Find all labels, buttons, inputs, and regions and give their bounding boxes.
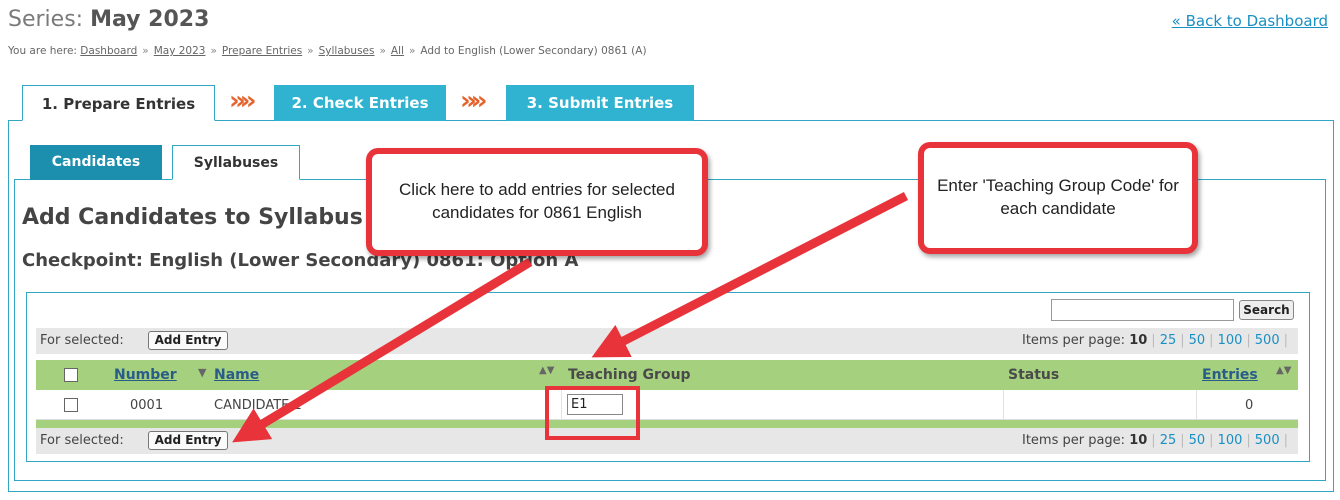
double-chevron-icon: »» <box>229 86 256 116</box>
breadcrumb: You are here: Dashboard » May 2023 » Prepare… <box>8 45 647 57</box>
table-footer-strip <box>36 420 1298 428</box>
bulk-actions-bar-bottom: For selected: Add Entry Items per page: … <box>36 428 1298 454</box>
breadcrumb-separator: » <box>379 45 386 57</box>
breadcrumb-prepare-entries[interactable]: Prepare Entries <box>222 45 302 57</box>
items-per-page-label: Items per page: <box>1021 333 1126 348</box>
breadcrumb-separator: » <box>408 45 416 57</box>
sort-desc-icon[interactable]: ▼ <box>198 366 206 379</box>
breadcrumb-series[interactable]: May 2023 <box>154 45 206 57</box>
breadcrumb-dashboard[interactable]: Dashboard <box>80 45 137 57</box>
add-entry-button-bottom[interactable]: Add Entry <box>148 431 228 450</box>
tab-syllabuses[interactable]: Syllabuses <box>172 145 300 180</box>
items-per-page: Items per page: 10 | 25 | 50 | 100 | 500 | <box>1021 333 1288 348</box>
series-title: Series: May 2023 <box>8 7 209 32</box>
items-per-page-100[interactable]: 100 <box>1218 333 1243 348</box>
breadcrumb-current: Add to English (Lower Secondary) 0861 (A… <box>420 45 647 57</box>
page-title: Add Candidates to Syllabus <box>22 205 363 230</box>
add-entry-button-top[interactable]: Add Entry <box>148 331 228 350</box>
sort-icon[interactable]: ▲▼ <box>1276 365 1291 376</box>
for-selected-label: For selected: <box>40 433 124 448</box>
breadcrumb-all[interactable]: All <box>391 45 404 57</box>
breadcrumb-separator: » <box>307 45 314 57</box>
double-chevron-icon: »» <box>460 86 487 116</box>
items-per-page-50[interactable]: 50 <box>1189 433 1206 448</box>
callout-add-entry-text: Click here to add entries for selected c… <box>372 154 702 250</box>
series-prefix: Series: <box>8 7 84 32</box>
items-per-page-25[interactable]: 25 <box>1160 333 1177 348</box>
items-per-page-25[interactable]: 25 <box>1160 433 1177 448</box>
column-teaching-group: Teaching Group <box>568 367 691 383</box>
breadcrumb-separator: » <box>210 45 217 57</box>
callout-teaching-group-text: Enter 'Teaching Group Code' for each can… <box>924 148 1192 248</box>
bulk-actions-bar-top: For selected: Add Entry Items per page: … <box>36 328 1298 354</box>
for-selected-label: For selected: <box>40 333 124 348</box>
items-per-page-current: 10 <box>1129 433 1148 448</box>
back-to-dashboard-link[interactable]: « Back to Dashboard <box>1172 12 1328 30</box>
items-per-page-label: Items per page: <box>1021 433 1126 448</box>
search-input[interactable] <box>1051 299 1234 321</box>
items-per-page-100[interactable]: 100 <box>1218 433 1243 448</box>
table-header: Number ▼ Name ▲▼ Teaching Group Status E… <box>36 360 1298 390</box>
cell-name: CANDIDATE 1 <box>214 398 302 413</box>
column-status: Status <box>1008 367 1060 383</box>
breadcrumb-prefix: You are here: <box>8 45 77 57</box>
items-per-page-50[interactable]: 50 <box>1189 333 1206 348</box>
items-per-page-500[interactable]: 500 <box>1255 433 1280 448</box>
cell-entries: 0 <box>1245 398 1254 413</box>
column-entries[interactable]: Entries <box>1202 367 1258 383</box>
table-row: 0001 CANDIDATE 1 0 <box>36 390 1298 420</box>
callout-add-entry: Click here to add entries for selected c… <box>366 148 708 256</box>
column-divider <box>1003 390 1004 420</box>
items-per-page: Items per page: 10 | 25 | 50 | 100 | 500 | <box>1021 433 1288 448</box>
tab-submit-entries[interactable]: 3. Submit Entries <box>506 85 694 121</box>
tab-prepare-entries[interactable]: 1. Prepare Entries <box>22 85 215 121</box>
breadcrumb-separator: » <box>142 45 149 57</box>
teaching-group-highlight <box>545 386 640 440</box>
row-checkbox[interactable] <box>64 398 78 412</box>
cell-number: 0001 <box>130 398 164 413</box>
tab-check-entries[interactable]: 2. Check Entries <box>274 85 446 121</box>
breadcrumb-syllabuses[interactable]: Syllabuses <box>319 45 375 57</box>
sort-icon[interactable]: ▲▼ <box>539 365 554 376</box>
select-all-checkbox[interactable] <box>64 368 78 382</box>
items-per-page-current: 10 <box>1129 333 1148 348</box>
callout-teaching-group: Enter 'Teaching Group Code' for each can… <box>918 142 1198 254</box>
column-number[interactable]: Number <box>114 367 177 383</box>
column-divider <box>1196 390 1197 420</box>
items-per-page-500[interactable]: 500 <box>1255 333 1280 348</box>
series-name: May 2023 <box>90 7 210 32</box>
search-button[interactable]: Search <box>1239 300 1294 320</box>
tab-candidates[interactable]: Candidates <box>30 145 162 180</box>
column-name[interactable]: Name <box>214 367 259 383</box>
